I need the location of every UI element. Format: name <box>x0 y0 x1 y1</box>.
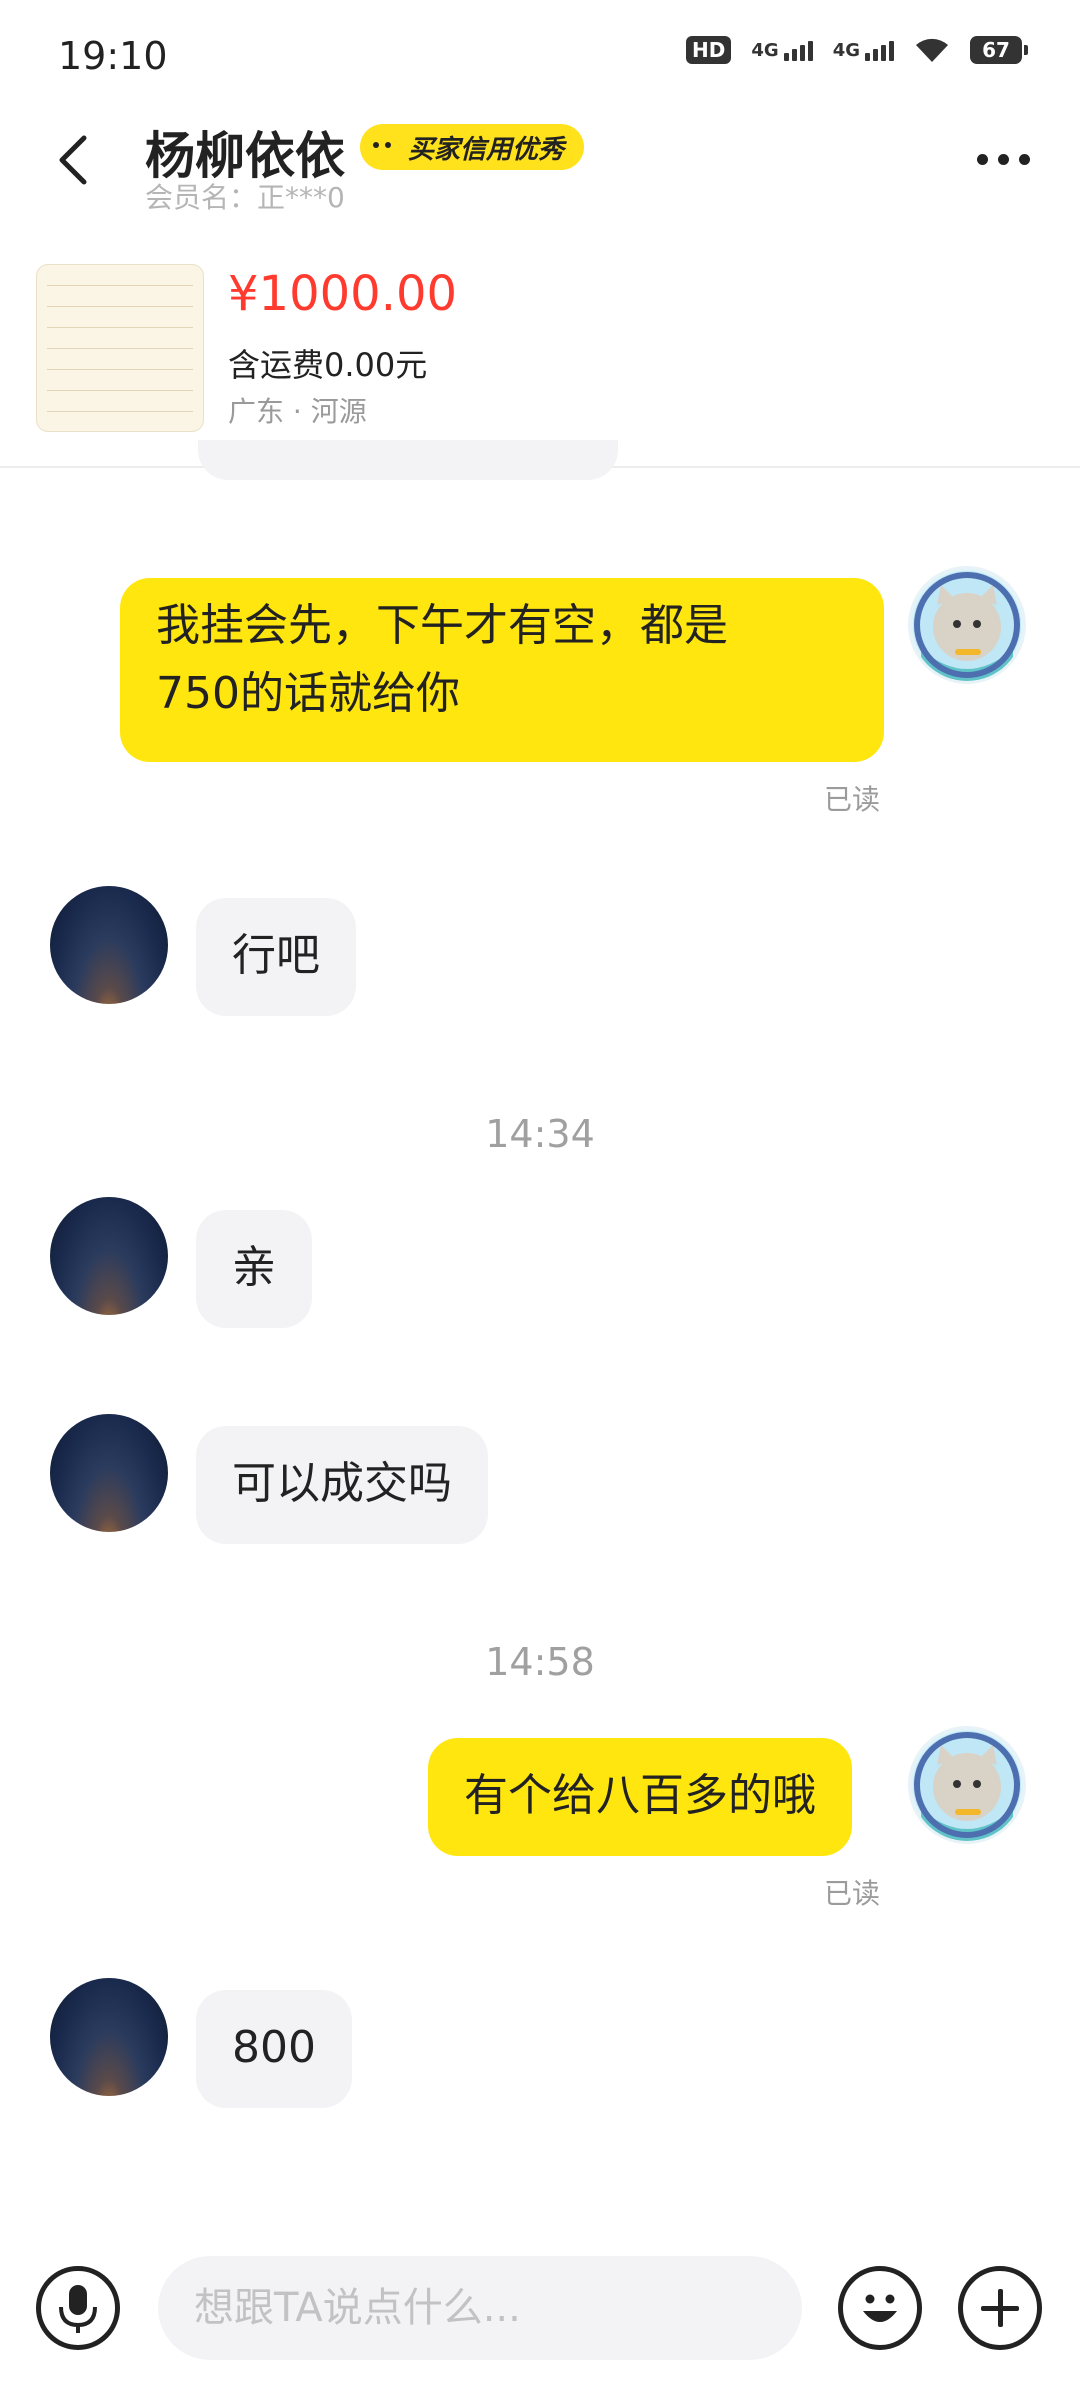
contact-avatar[interactable] <box>50 1414 168 1532</box>
network-label: 4G <box>832 39 860 61</box>
status-icons: HD 4G 4G 67 <box>686 36 1028 64</box>
read-receipt: 已读 <box>824 783 881 816</box>
battery-icon: 67 <box>970 36 1028 64</box>
product-card[interactable]: ¥1000.00 含运费0.00元 广东 · 河源 <box>0 240 1080 468</box>
cat-avatar-icon <box>913 1731 1021 1841</box>
contact-avatar[interactable] <box>50 1197 168 1315</box>
credit-badge-label: 买家信用优秀 <box>408 134 565 165</box>
input-bar <box>0 2250 1080 2370</box>
signal-icon: 4G <box>833 40 894 61</box>
message-bubble-received[interactable]: 可以成交吗 <box>196 1426 488 1544</box>
read-receipt: 已读 <box>824 1877 881 1910</box>
message-text: 我挂会先，下午才有空，都是 <box>156 600 728 651</box>
emoji-icon[interactable] <box>838 2266 922 2350</box>
message-bubble-partial <box>198 440 618 480</box>
shipping-info: 含运费0.00元 <box>228 346 428 384</box>
message-bubble-received[interactable]: 行吧 <box>196 898 356 1016</box>
plus-icon[interactable] <box>958 2266 1042 2350</box>
credit-badge[interactable]: 买家信用优秀 <box>360 124 585 170</box>
time-divider: 14:34 <box>485 1112 595 1156</box>
message-bubble-sent[interactable]: 有个给八百多的哦 <box>428 1738 852 1856</box>
message-text: 有个给八百多的哦 <box>464 1770 816 1821</box>
wifi-icon <box>916 38 948 62</box>
message-bubble-received[interactable]: 亲 <box>196 1210 312 1328</box>
my-avatar[interactable] <box>908 566 1026 684</box>
time-divider: 14:58 <box>485 1640 595 1684</box>
contact-avatar[interactable] <box>50 1978 168 2096</box>
chat-header: 杨柳依依 买家信用优秀 会员名：正***0 <box>0 110 1080 214</box>
message-bubble-received[interactable]: 800 <box>196 1990 352 2108</box>
microphone-icon[interactable] <box>36 2266 120 2350</box>
product-location: 广东 · 河源 <box>228 395 367 428</box>
contact-avatar[interactable] <box>50 886 168 1004</box>
status-time: 19:10 <box>58 34 168 78</box>
product-price: ¥1000.00 <box>228 266 458 322</box>
message-text: 亲 <box>232 1242 276 1293</box>
network-label: 4G <box>751 39 779 61</box>
product-thumbnail[interactable] <box>36 264 204 432</box>
hd-icon: HD <box>686 36 732 64</box>
signal-icon: 4G <box>751 39 813 61</box>
member-id: 会员名：正***0 <box>145 181 345 214</box>
back-arrow-icon[interactable] <box>46 130 106 190</box>
my-avatar[interactable] <box>908 1726 1026 1844</box>
status-bar: 19:10 HD 4G 4G 67 <box>0 0 1080 110</box>
cat-avatar-icon <box>913 571 1021 681</box>
message-text: 可以成交吗 <box>232 1458 452 1509</box>
message-text: 750的话就给你 <box>156 668 460 719</box>
more-dots-icon[interactable] <box>977 154 1030 165</box>
credit-face-icon <box>366 130 400 164</box>
message-bubble-sent[interactable]: 我挂会先，下午才有空，都是 750的话就给你 <box>120 578 884 762</box>
message-text: 行吧 <box>232 930 320 981</box>
message-input[interactable] <box>158 2256 802 2360</box>
message-text: 800 <box>232 2022 316 2073</box>
